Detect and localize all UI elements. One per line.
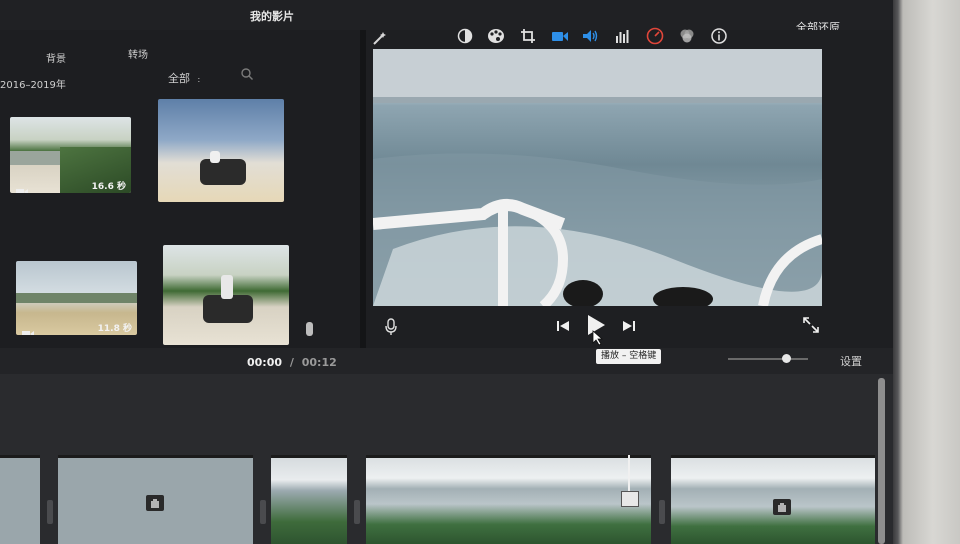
volume-icon[interactable] (582, 27, 600, 45)
clip-trim-handle[interactable] (354, 500, 360, 524)
clip-trim-handle[interactable] (659, 500, 665, 524)
filter-icon[interactable] (678, 27, 696, 45)
clip-thumbnail[interactable] (158, 99, 284, 202)
filter-dropdown[interactable]: 全部 : (168, 70, 200, 86)
magic-wand-icon[interactable] (370, 30, 388, 48)
time-separator: / (289, 356, 294, 369)
tab-backgrounds[interactable]: 背景 (46, 50, 66, 65)
timecode: 00:00 / 00:12 (247, 356, 337, 369)
title-bar (0, 0, 893, 30)
color-balance-icon[interactable] (456, 27, 474, 45)
clip-duration: 11.8 秒 (97, 324, 132, 334)
project-title: 我的影片 (250, 10, 294, 23)
timeline-clip[interactable] (671, 455, 875, 544)
fullscreen-icon[interactable] (802, 316, 820, 334)
hand-icon (773, 499, 791, 515)
clip-trim-handle[interactable] (47, 500, 53, 524)
timeline-clip[interactable] (366, 455, 651, 544)
hand-icon (146, 495, 164, 511)
equalizer-icon[interactable] (614, 27, 632, 45)
zoom-slider-knob[interactable] (782, 354, 791, 363)
clip-thumbnail[interactable]: 11.8 秒 (16, 261, 137, 335)
crop-icon[interactable] (519, 27, 537, 45)
search-icon[interactable] (240, 66, 254, 80)
microphone-icon[interactable] (382, 317, 400, 337)
stabilization-icon[interactable] (551, 27, 569, 45)
clip-trim-handle[interactable] (260, 500, 266, 524)
date-range-header: 2016–2019年 (0, 80, 66, 91)
speed-icon[interactable] (646, 27, 664, 45)
previous-button[interactable] (555, 318, 571, 334)
clip-thumbnail[interactable]: 16.6 秒 (10, 117, 131, 193)
video-camera-icon (22, 323, 34, 335)
zoom-slider[interactable] (728, 354, 808, 363)
audio-adjust-handle[interactable] (621, 491, 639, 507)
current-time: 00:00 (247, 356, 283, 369)
video-preview[interactable] (373, 49, 822, 306)
chevron-down-icon: : (197, 75, 201, 84)
timeline-clip[interactable] (58, 455, 253, 544)
color-correction-icon[interactable] (487, 27, 505, 45)
clip-thumbnail[interactable] (163, 245, 289, 345)
background-wall (893, 0, 960, 544)
total-time: 00:12 (301, 356, 337, 369)
clip-duration: 16.6 秒 (91, 182, 126, 192)
browser-scrollbar[interactable] (306, 322, 313, 336)
play-tooltip: 播放 – 空格键 (596, 349, 662, 364)
timeline-clip[interactable] (0, 455, 40, 544)
video-camera-icon (16, 181, 28, 193)
timeline-clip[interactable] (271, 455, 347, 544)
filter-label: 全部 (168, 72, 190, 85)
settings-button[interactable]: 设置 (840, 353, 862, 369)
mouse-cursor-icon (592, 330, 604, 346)
info-icon[interactable] (710, 27, 728, 45)
next-button[interactable] (621, 318, 637, 334)
tab-transitions[interactable]: 转场 (128, 46, 148, 61)
imovie-window: 我的影片 全部还原 背景 转场 2016–2019年 全部 : 16.6 秒 1… (0, 0, 893, 544)
timeline-scrollbar[interactable] (878, 378, 885, 544)
